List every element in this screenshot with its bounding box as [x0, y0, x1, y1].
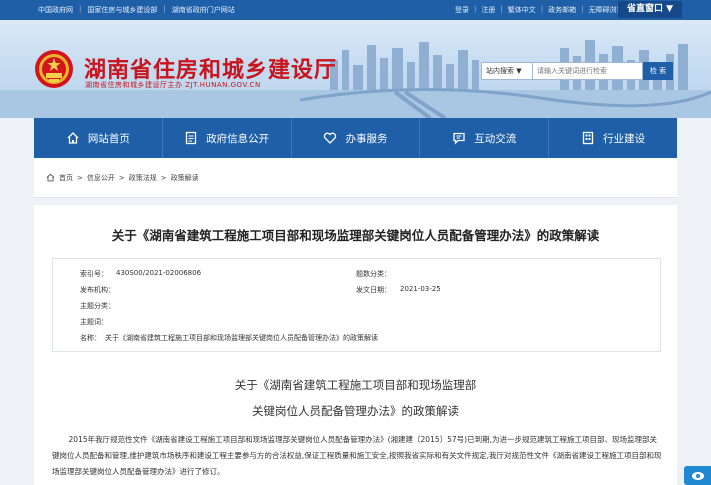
link-hunan-gov[interactable]: 湖南省政府门户网站 — [172, 5, 235, 15]
breadcrumb-separator: > — [118, 173, 125, 182]
nav-item-services[interactable]: 办事服务 — [292, 118, 421, 158]
article-paragraph: 2015年我厅规范性文件《湖南省建设工程施工项目部和现场监理部关键岗位人员配备管… — [52, 435, 662, 476]
breadcrumb-item-home[interactable]: 首页 — [59, 173, 73, 183]
article-container: 关于《湖南省建筑工程施工项目部和现场监理部关键岗位人员配备管理办法》的政策解读 … — [34, 205, 677, 485]
separator: | — [500, 5, 503, 13]
nav-item-industry[interactable]: 行业建设 — [549, 118, 677, 158]
chat-icon — [453, 132, 465, 145]
search-scope-select[interactable]: 站内搜索 ▼ — [481, 62, 533, 80]
nav-item-home[interactable]: 网站首页 — [34, 118, 163, 158]
article-body: 2015年我厅规范性文件《湖南省建设工程施工项目部和现场监理部关键岗位人员配备管… — [52, 432, 662, 480]
province-window-dropdown[interactable]: 省直窗口 ▼ — [618, 1, 682, 18]
nav-item-label: 行业建设 — [603, 132, 646, 145]
meta-keyword-label: 主题词： — [80, 318, 108, 326]
breadcrumb-separator: > — [160, 173, 167, 182]
floating-chat-button[interactable] — [684, 466, 711, 485]
building-icon — [582, 131, 594, 145]
search-input[interactable] — [533, 62, 643, 80]
meta-publisher-label: 发布机构： — [80, 286, 115, 294]
nav-item-interaction[interactable]: 互动交流 — [420, 118, 550, 158]
link-register[interactable]: 注册 — [481, 5, 495, 15]
separator: | — [540, 5, 544, 13]
separator: | — [163, 5, 166, 13]
meta-date-label: 发文日期： — [356, 286, 391, 294]
nav-item-label: 互动交流 — [474, 132, 517, 145]
breadcrumb-item-info-public[interactable]: 信息公开 — [87, 173, 115, 183]
meta-index-value: 430S00/2021-02006806 — [116, 269, 202, 277]
article-subtitle-line1: 关于《湖南省建筑工程施工项目部和现场监理部 — [234, 378, 477, 392]
nav-item-label: 网站首页 — [87, 132, 130, 145]
header-banner: 湖南省住房和城乡建设厅 湖南省住房和城乡建设厅主办 ZJT.HUNAN.GOV.… — [0, 20, 711, 118]
article-subtitle-line2: 关键岗位人员配备管理办法》的政策解读 — [252, 404, 459, 418]
meta-subject-label: 主题分类： — [80, 302, 115, 310]
nav-item-label: 政府信息公开 — [206, 132, 270, 145]
meta-category-label: 题数分类： — [356, 270, 391, 278]
heart-icon — [324, 132, 337, 144]
article-meta-box: 索引号： 430S00/2021-02006806 题数分类： 发布机构： 发文… — [52, 258, 661, 352]
nav-item-gov-info[interactable]: 政府信息公开 — [163, 118, 292, 158]
link-login[interactable]: 登录 — [455, 5, 469, 15]
link-gov-mail[interactable]: 政务邮箱 — [548, 5, 576, 15]
main-nav: 网站首页 政府信息公开 办事服务 互动交流 行业建设 — [34, 118, 677, 158]
document-icon — [186, 131, 197, 145]
meta-name-value: 关于《湖南省建筑工程施工项目部和现场监理部关键岗位人员配备管理办法》的政策解读 — [105, 334, 378, 342]
separator: | — [474, 5, 477, 13]
eye-icon — [691, 471, 704, 480]
separator: | — [79, 5, 82, 13]
breadcrumb-separator: > — [77, 173, 83, 182]
top-utility-bar: 中国政府网 | 国家住房与城乡建设部 | 湖南省政府门户网站 登录 | 注册 |… — [0, 0, 711, 20]
site-subtitle: 湖南省住房和城乡建设厅主办 ZJT.HUNAN.GOV.CN — [85, 81, 261, 89]
nav-item-label: 办事服务 — [345, 132, 388, 145]
breadcrumb-item-policy[interactable]: 政策法规 — [129, 173, 157, 183]
top-right-links: 登录 | 注册 | 繁体中文 | 政务邮箱 | 无障碍浏览 — [455, 5, 623, 15]
meta-index-label: 索引号： — [80, 270, 108, 278]
meta-name-label: 名称： — [80, 334, 101, 342]
link-traditional-chinese[interactable]: 繁体中文 — [508, 5, 536, 15]
article-title: 关于《湖南省建筑工程施工项目部和现场监理部关键岗位人员配备管理办法》的政策解读 — [111, 228, 600, 243]
breadcrumb: 首页 > 信息公开 > 政策法规 > 政策解读 — [34, 158, 677, 198]
meta-date-value: 2021-03-25 — [400, 285, 441, 293]
search-button[interactable]: 检 索 — [643, 62, 673, 80]
home-icon — [46, 173, 55, 182]
link-gov-cn[interactable]: 中国政府网 — [38, 5, 73, 15]
home-icon — [67, 132, 79, 144]
top-left-links: 中国政府网 | 国家住房与城乡建设部 | 湖南省政府门户网站 — [38, 5, 235, 15]
breadcrumb-item-interpretation[interactable]: 政策解读 — [171, 173, 199, 183]
link-ministry[interactable]: 国家住房与城乡建设部 — [87, 5, 157, 15]
site-search: 站内搜索 ▼ 检 索 — [481, 62, 673, 80]
national-emblem-icon — [35, 50, 73, 88]
separator: | — [581, 5, 584, 13]
